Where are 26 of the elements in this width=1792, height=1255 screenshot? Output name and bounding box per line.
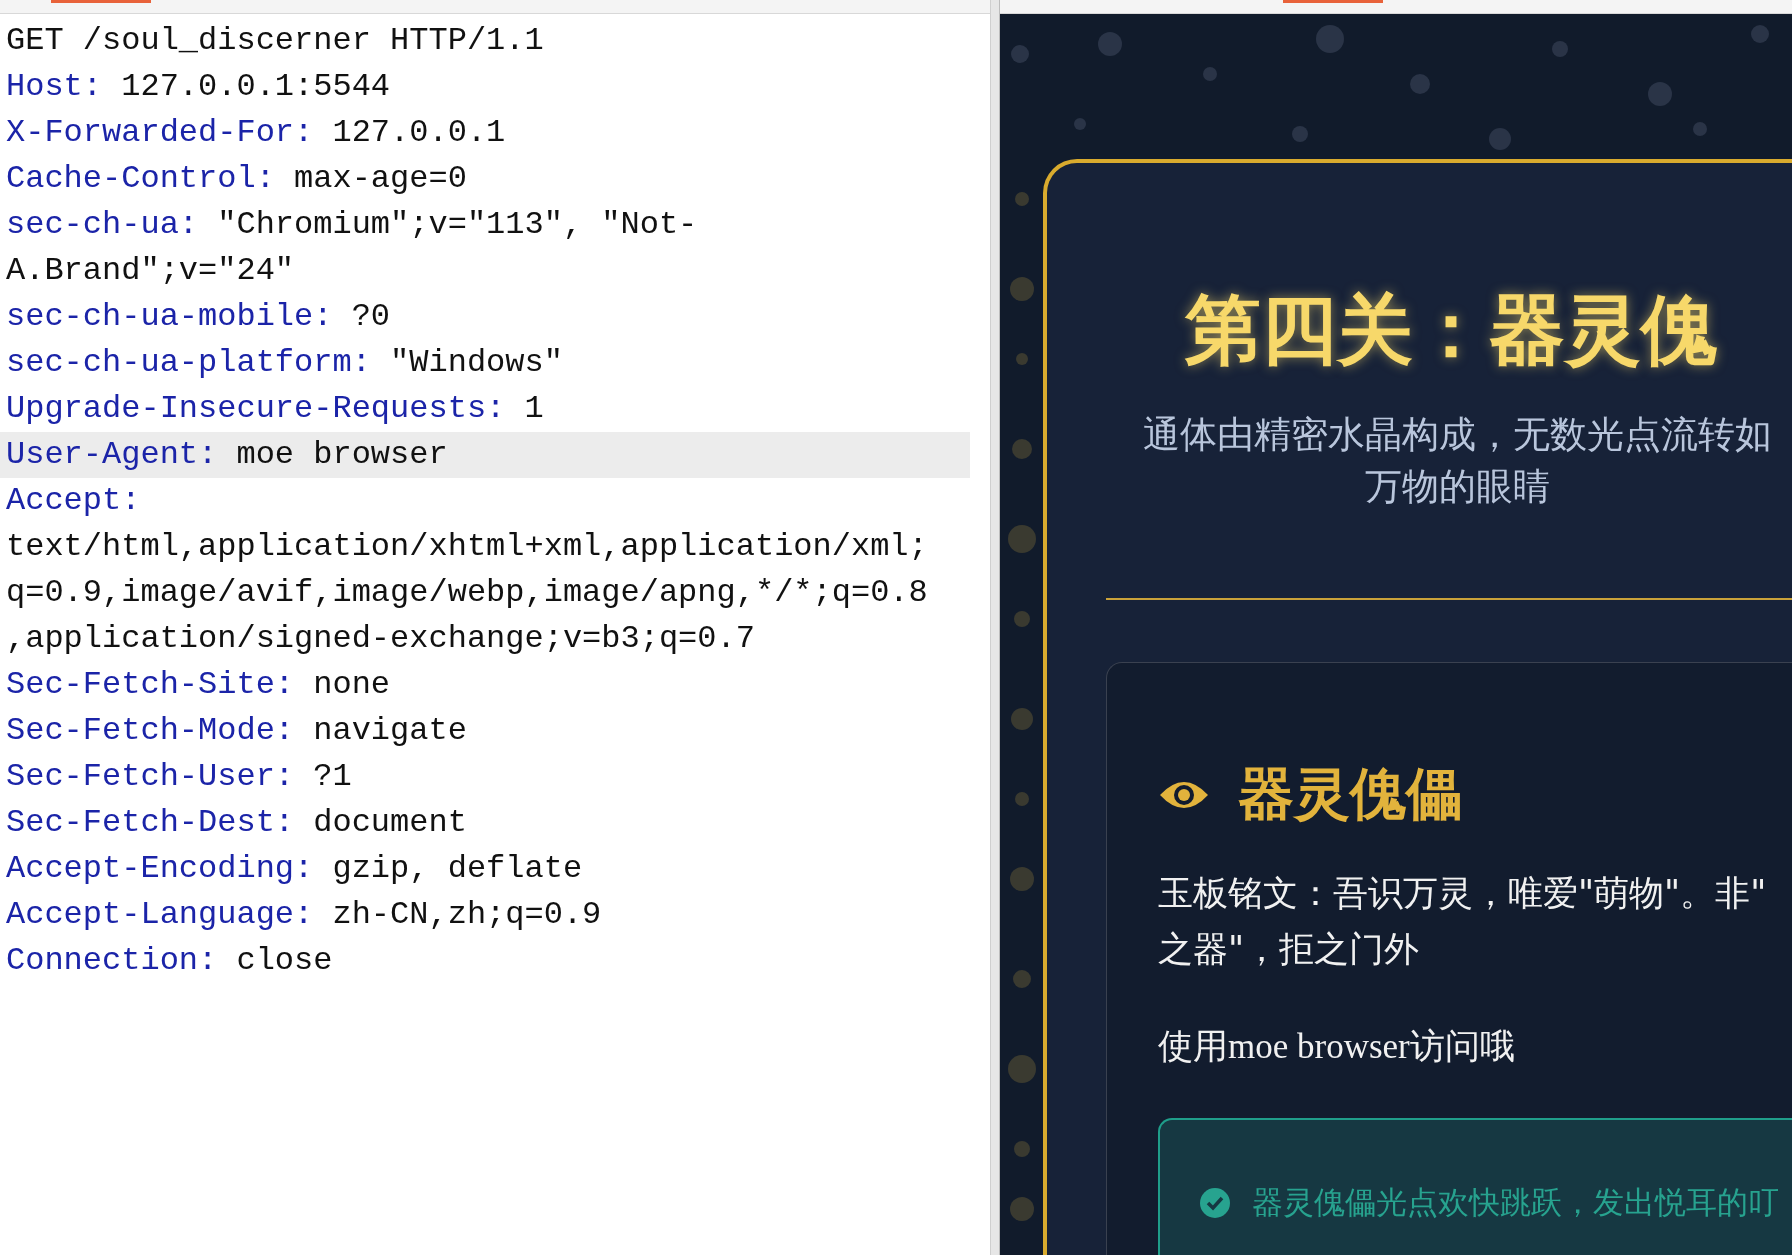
success-text: 器灵傀儡光点欢快跳跃，发出悦耳的叮: [1252, 1183, 1779, 1222]
header-row[interactable]: Accept-Encoding: gzip, deflate: [0, 846, 970, 892]
header-row[interactable]: User-Agent: moe browser: [0, 432, 970, 478]
header-row[interactable]: sec-ch-ua: "Chromium";v="113", "Not-A.Brand";v="24": [0, 202, 970, 294]
splitter-bar[interactable]: [990, 0, 1000, 1255]
header-row[interactable]: Sec-Fetch-Dest: document: [0, 800, 970, 846]
header-row[interactable]: Sec-Fetch-Mode: navigate: [0, 708, 970, 754]
check-circle-icon: [1200, 1188, 1230, 1218]
level-description: 通体由精密水晶构成，无数光点流转如: [1142, 412, 1772, 458]
level-title: 第四关：器灵傀: [1185, 284, 1718, 376]
header-row[interactable]: Connection: close: [0, 938, 970, 984]
header-row[interactable]: Cache-Control: max-age=0: [0, 156, 970, 202]
header-row[interactable]: Host: 127.0.0.1:5544: [0, 64, 970, 110]
inscription-text: 之器"，拒之门外: [1158, 928, 1421, 971]
header-row[interactable]: X-Forwarded-For: 127.0.0.1: [0, 110, 970, 156]
section-heading: 器灵傀儡: [1238, 760, 1462, 828]
inscription-text: 玉板铭文：吾识万灵，唯爱"萌物"。非": [1158, 872, 1768, 915]
header-row[interactable]: Upgrade-Insecure-Requests: 1: [0, 386, 970, 432]
header-row[interactable]: Accept-Language: zh-CN,zh;q=0.9: [0, 892, 970, 938]
request-line: GET /soul_discerner HTTP/1.1: [5, 21, 545, 61]
header-row[interactable]: Sec-Fetch-Site: none: [0, 662, 970, 708]
header-row[interactable]: sec-ch-ua-platform: "Windows": [0, 340, 970, 386]
header-row[interactable]: Sec-Fetch-User: ?1: [0, 754, 970, 800]
hint-text: 使用moe browser访问哦: [1158, 1026, 1516, 1068]
level-description: 万物的眼睛: [1364, 464, 1550, 510]
header-row[interactable]: sec-ch-ua-mobile: ?0: [0, 294, 970, 340]
